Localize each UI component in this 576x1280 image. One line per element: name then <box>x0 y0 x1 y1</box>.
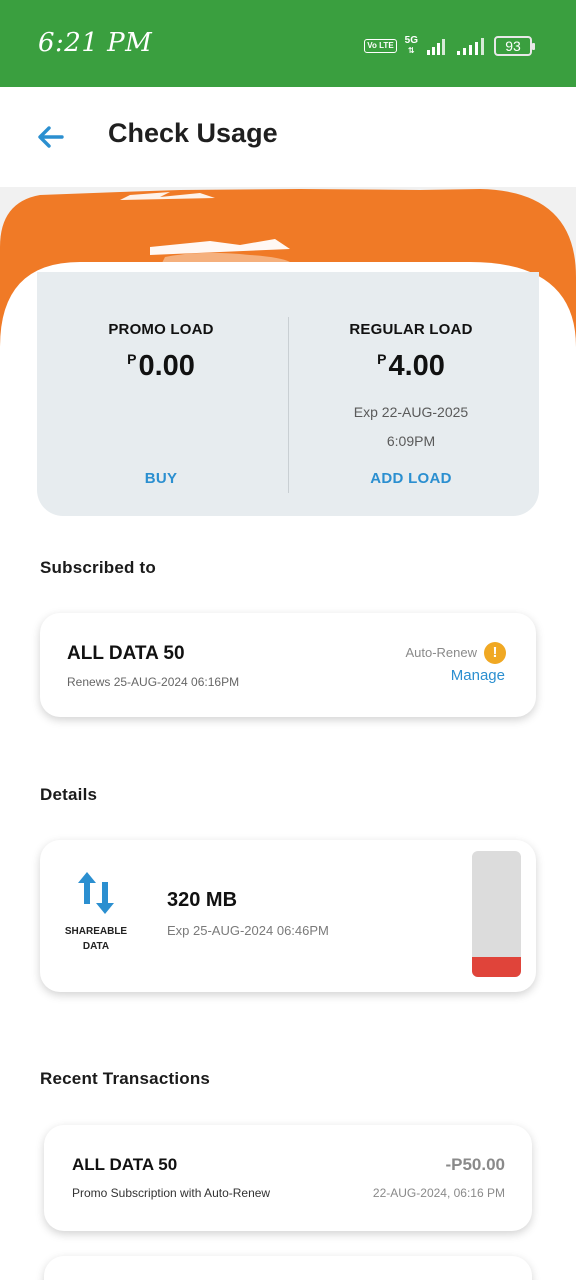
details-section-title: Details <box>40 785 98 804</box>
manage-button[interactable]: Manage <box>451 667 505 684</box>
regular-load-value: 4.00 <box>388 350 445 382</box>
transaction-description: Promo Subscription with Auto-Renew <box>72 1186 271 1200</box>
data-usage-gauge-fill <box>472 956 521 977</box>
signal-strength-icon-2 <box>457 38 484 55</box>
volte-icon: Vo LTE <box>364 39 397 53</box>
data-type-line1: SHAREABLE <box>64 926 128 937</box>
subscribed-section-title: Subscribed to <box>40 558 156 577</box>
promo-load-label: PROMO LOAD <box>108 321 214 338</box>
add-load-button[interactable]: ADD LOAD <box>296 470 526 487</box>
transaction-date: 22-AUG-2024, 06:16 PM <box>372 1186 505 1200</box>
network-5g-icon: 5G ⇅ <box>404 35 418 56</box>
subscription-renew-date: Renews 25-AUG-2024 06:16PM <box>67 675 240 689</box>
subscription-card[interactable] <box>40 613 536 717</box>
transaction-card-next[interactable] <box>44 1256 532 1280</box>
regular-load-label: REGULAR LOAD <box>349 321 473 338</box>
transaction-amount: -P50.00 <box>445 1155 505 1174</box>
load-divider <box>288 317 289 493</box>
arrow-left-icon[interactable] <box>34 120 68 154</box>
transactions-section-title: Recent Transactions <box>40 1069 211 1088</box>
transaction-name: ALL DATA 50 <box>72 1155 178 1174</box>
app-bar <box>0 87 576 187</box>
signal-strength-icon <box>427 39 445 55</box>
data-type-line2: DATA <box>82 941 110 952</box>
page-title: Check Usage <box>108 118 278 148</box>
status-icons: Vo LTE 5G ⇅ 93 <box>364 33 535 59</box>
promo-load-amount: P0.00 <box>46 350 276 383</box>
status-time: 6:21 PM <box>38 28 153 58</box>
data-usage-gauge <box>472 851 521 977</box>
auto-renew-label: Auto-Renew <box>405 645 477 660</box>
peso-sign: P <box>377 351 387 367</box>
battery-icon: 93 <box>494 36 535 56</box>
exclamation-icon[interactable]: ! <box>484 642 506 664</box>
data-expiry: Exp 25-AUG-2024 06:46PM <box>167 923 329 938</box>
peso-sign: P <box>127 351 137 367</box>
status-bar: 6:21 PM Vo LTE 5G ⇅ 93 <box>0 0 576 87</box>
buy-button[interactable]: BUY <box>46 470 276 487</box>
network-type: 5G <box>404 35 418 46</box>
data-type-label: SHAREABLE DATA <box>60 924 132 954</box>
up-down-arrows-icon <box>78 872 114 914</box>
regular-load-expiry-time: 6:09PM <box>386 433 436 449</box>
data-remaining-amount: 320 MB <box>167 889 238 911</box>
regular-load-expiry: Exp 22-AUG-2025 <box>353 404 469 420</box>
promo-load-value: 0.00 <box>138 350 195 382</box>
regular-load-amount: P4.00 <box>296 350 526 383</box>
transaction-card[interactable] <box>44 1125 532 1231</box>
subscription-name: ALL DATA 50 <box>67 643 185 664</box>
